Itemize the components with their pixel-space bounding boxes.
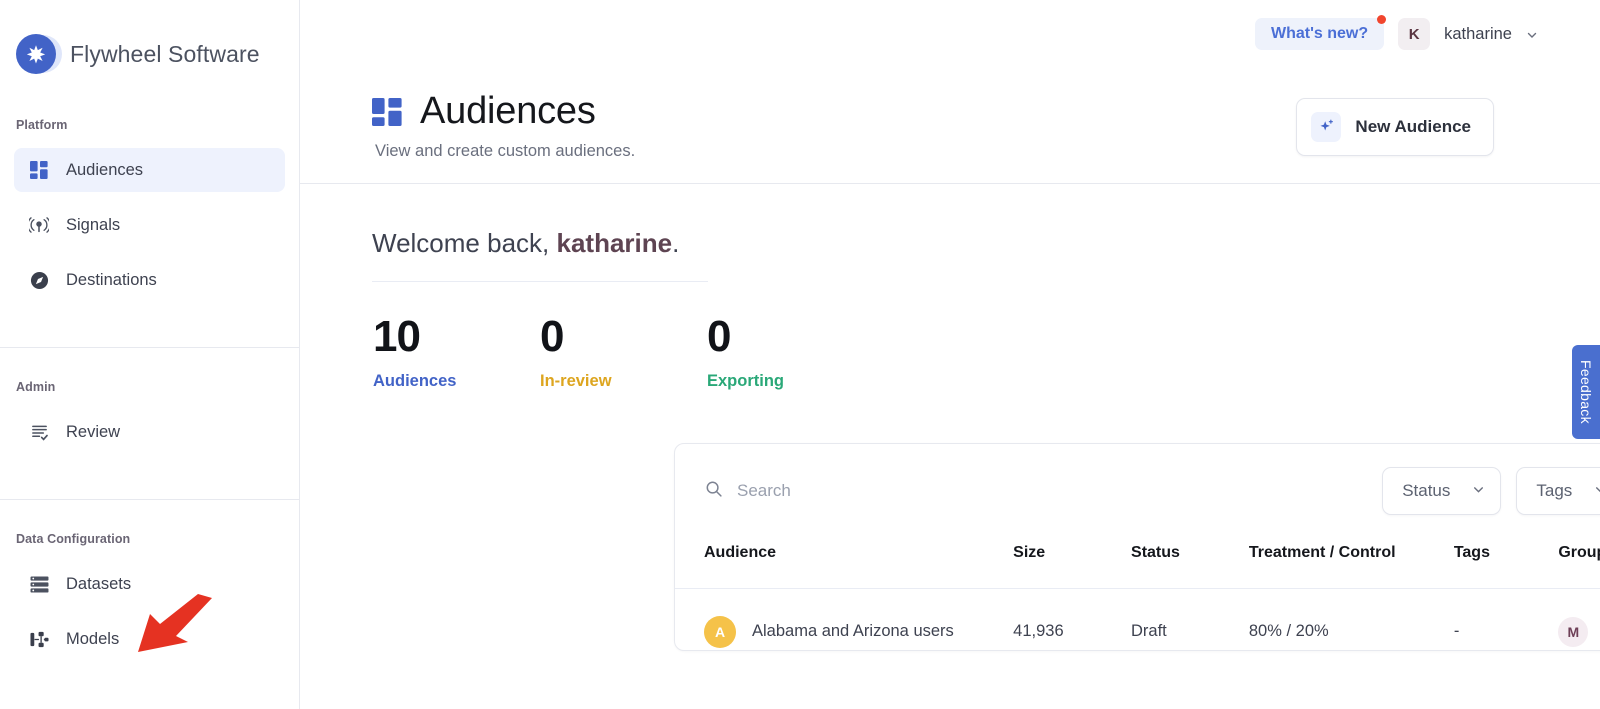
stat-exporting[interactable]: 0 Exporting	[707, 315, 874, 391]
user-menu[interactable]: K katharine	[1398, 18, 1538, 50]
cell-tags: -	[1453, 622, 1460, 640]
welcome-user: katharine	[556, 228, 673, 258]
brand-name: Flywheel Software	[70, 40, 260, 67]
avatar: K	[1398, 18, 1431, 50]
sidebar-item-review[interactable]: Review	[14, 410, 285, 454]
main-content: What's new? K katharine Audiences View a…	[300, 0, 1600, 709]
user-name: katharine	[1444, 24, 1512, 43]
stat-audiences[interactable]: 10 Audiences	[373, 315, 540, 391]
search-placeholder: Search	[737, 481, 791, 500]
sidebar-section-label-platform: Platform	[16, 118, 68, 132]
whats-new-button[interactable]: What's new?	[1254, 15, 1387, 50]
audiences-panel: Search Status Tags Audience Size Status …	[674, 443, 1600, 651]
grid-audiences-icon	[372, 97, 402, 126]
stat-value: 0	[540, 312, 564, 361]
cell-group: M	[1558, 589, 1600, 651]
database-rows-icon	[28, 575, 50, 593]
filter-label: Status	[1402, 481, 1451, 500]
sidebar-group-admin: Admin Review	[0, 380, 299, 454]
column-header-tags[interactable]: Tags	[1453, 538, 1559, 589]
sparkle-plus-icon	[1311, 112, 1342, 142]
flywheel-starburst-logo	[16, 34, 62, 74]
page-title: Audiences	[420, 90, 596, 132]
sidebar-item-destinations[interactable]: Destinations	[14, 258, 285, 302]
sidebar-item-label: Review	[66, 422, 121, 441]
search-icon	[705, 480, 723, 503]
sidebar-item-label: Signals	[66, 215, 121, 234]
chevron-down-icon	[1594, 481, 1600, 501]
whats-new-label: What's new?	[1270, 25, 1369, 42]
sidebar-group-data-configuration: Data Configuration Datasets Models	[0, 532, 299, 661]
table-header-row: Audience Size Status Treatment / Control…	[675, 538, 1600, 589]
column-header-audience[interactable]: Audience	[675, 538, 1014, 589]
column-header-status[interactable]: Status	[1131, 538, 1249, 589]
compass-icon	[28, 271, 50, 290]
sidebar-section-label-data-configuration: Data Configuration	[16, 532, 131, 546]
node-hierarchy-icon	[28, 630, 50, 649]
sidebar-item-datasets[interactable]: Datasets	[14, 562, 285, 606]
notification-dot-icon	[1377, 15, 1387, 24]
sidebar-divider	[0, 347, 299, 348]
sidebar-divider	[0, 499, 299, 500]
list-check-icon	[28, 423, 50, 442]
stat-label: In-review	[540, 372, 612, 390]
stat-in-review[interactable]: 0 In-review	[540, 315, 707, 391]
filters: Status Tags Creator	[1382, 467, 1600, 515]
welcome-message: Welcome back, katharine.	[372, 228, 1600, 259]
table-body: A Alabama and Arizona users 41,936 Draft…	[675, 589, 1600, 651]
column-header-size[interactable]: Size	[1013, 538, 1132, 589]
table-head: Audience Size Status Treatment / Control…	[675, 538, 1600, 589]
sidebar-item-audiences[interactable]: Audiences	[14, 148, 285, 192]
column-header-group[interactable]: Group	[1558, 538, 1600, 589]
filter-status[interactable]: Status	[1382, 467, 1502, 515]
sidebar-item-label: Destinations	[66, 270, 157, 289]
stat-value: 0	[707, 312, 731, 361]
sidebar-group-platform: Platform Audiences Signals Destinations	[0, 118, 299, 302]
column-header-treatment-control[interactable]: Treatment / Control	[1248, 538, 1454, 589]
stat-label: Exporting	[707, 372, 784, 390]
app-root: Flywheel Software Platform Audiences Sig…	[0, 0, 1600, 709]
table-row[interactable]: A Alabama and Arizona users 41,936 Draft…	[675, 589, 1600, 651]
audience-badge: A	[704, 615, 736, 648]
chevron-down-icon	[1472, 481, 1485, 501]
panel-toolbar: Search Status Tags	[675, 444, 1600, 538]
feedback-label: Feedback	[1578, 360, 1594, 424]
sidebar-item-label: Models	[66, 629, 120, 648]
cell-audience: A Alabama and Arizona users	[675, 589, 1013, 651]
feedback-tab[interactable]: Feedback	[1572, 345, 1600, 439]
filter-tags[interactable]: Tags	[1516, 467, 1600, 515]
welcome-prefix: Welcome back,	[372, 228, 557, 258]
sidebar: Flywheel Software Platform Audiences Sig…	[0, 0, 300, 709]
chevron-down-icon	[1526, 28, 1538, 40]
audience-name[interactable]: Alabama and Arizona users	[752, 622, 954, 641]
welcome-suffix: .	[672, 228, 680, 258]
new-audience-button[interactable]: New Audience	[1296, 98, 1494, 156]
page-header: Audiences View and create custom audienc…	[300, 68, 1600, 184]
sidebar-item-label: Audiences	[66, 160, 144, 179]
cell-status: Draft	[1131, 622, 1167, 640]
welcome-section: Welcome back, katharine.	[300, 184, 1600, 282]
stat-value: 10	[373, 312, 421, 361]
cell-size: 41,936	[1013, 622, 1064, 640]
sidebar-section-label-admin: Admin	[16, 380, 56, 394]
stats-row: 10 Audiences 0 In-review 0 Exporting	[300, 282, 1600, 391]
group-badge: M	[1558, 616, 1589, 647]
stat-label: Audiences	[373, 372, 457, 390]
sidebar-item-label: Datasets	[66, 574, 132, 593]
audiences-table: Audience Size Status Treatment / Control…	[675, 538, 1600, 650]
brand[interactable]: Flywheel Software	[0, 0, 299, 74]
top-bar: What's new? K katharine	[300, 0, 1600, 68]
sidebar-item-models[interactable]: Models	[14, 617, 285, 661]
new-audience-label: New Audience	[1355, 117, 1471, 136]
broadcast-signal-icon	[28, 216, 50, 234]
filter-label: Tags	[1536, 481, 1573, 500]
grid-audiences-icon	[28, 161, 50, 179]
search-input[interactable]: Search	[705, 480, 1382, 503]
sidebar-item-signals[interactable]: Signals	[14, 203, 285, 247]
cell-treatment-control: 80% / 20%	[1248, 622, 1329, 640]
